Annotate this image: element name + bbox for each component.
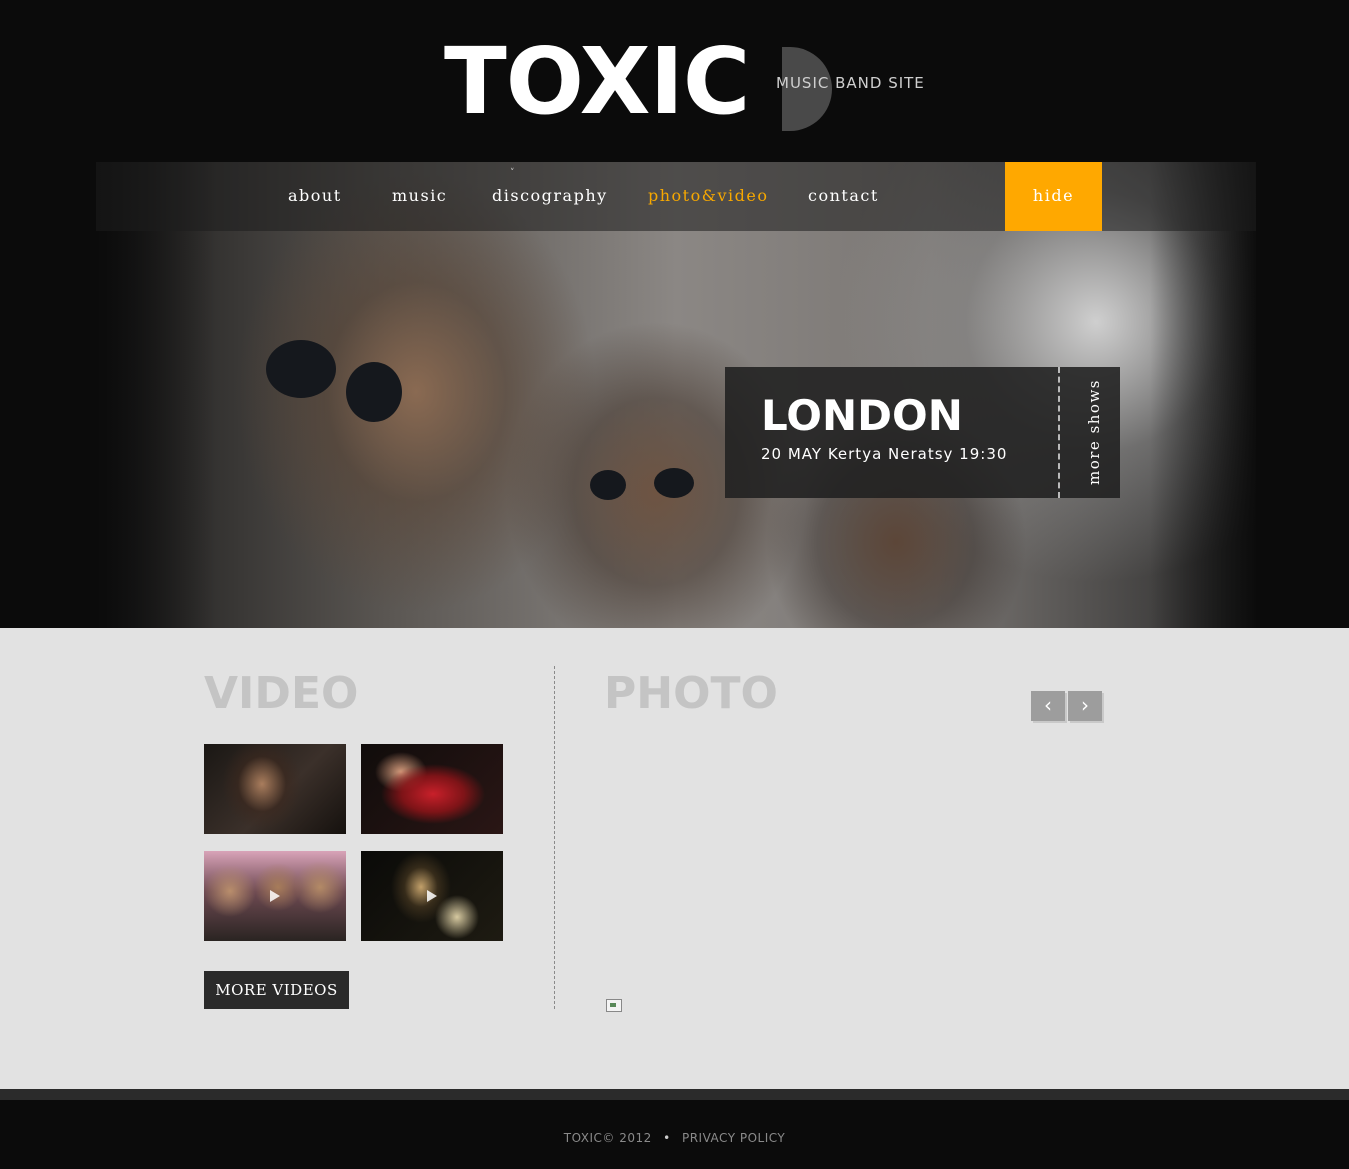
header: TOXIC MUSIC BAND SITE xyxy=(0,0,1349,162)
footer-strip xyxy=(0,1089,1349,1100)
chevron-down-icon: ˅ xyxy=(510,168,515,178)
column-divider xyxy=(554,666,555,1009)
nav-item-discography[interactable]: discography xyxy=(492,186,608,205)
hide-button-label: hide xyxy=(1032,186,1075,205)
privacy-policy-link[interactable]: PRIVACY POLICY xyxy=(682,1131,785,1145)
logo-tagline: MUSIC BAND SITE xyxy=(776,74,925,92)
video-thumbnail[interactable] xyxy=(361,744,503,834)
hide-button[interactable]: hide xyxy=(1005,162,1102,231)
copyright-text: TOXIC© 2012 xyxy=(563,1131,652,1145)
footer: TOXIC© 2012 • PRIVACY POLICY xyxy=(0,1100,1349,1169)
more-videos-button[interactable]: MORE VIDEOS xyxy=(204,971,349,1009)
footer-line: TOXIC© 2012 • PRIVACY POLICY xyxy=(0,1131,1349,1145)
nav-item-about[interactable]: about xyxy=(288,186,342,205)
hero-banner: about ˅ music discography photo&video co… xyxy=(0,162,1349,628)
sunglasses-lens xyxy=(654,468,694,498)
nav-item-music[interactable]: music xyxy=(392,186,447,205)
nav-item-contact[interactable]: contact xyxy=(808,186,879,205)
prev-arrow-button[interactable]: ‹ xyxy=(1031,691,1065,721)
nav-item-photo-video[interactable]: photo&video xyxy=(648,186,768,205)
video-thumbnail[interactable] xyxy=(361,851,503,941)
next-show-panel: LONDON 20 MAY Kertya Neratsy 19:30 more … xyxy=(725,367,1120,498)
main-nav: about ˅ music discography photo&video co… xyxy=(96,162,1256,231)
show-city: LONDON xyxy=(761,391,963,440)
sunglasses-lens xyxy=(590,470,626,500)
more-shows-label: more shows xyxy=(1085,379,1103,485)
photo-title: PHOTO xyxy=(604,668,778,719)
separator-dot: • xyxy=(663,1131,671,1145)
video-thumbnail[interactable] xyxy=(204,851,346,941)
video-thumbnail[interactable] xyxy=(204,744,346,834)
sunglasses-lens xyxy=(266,340,336,398)
hero-fade-left xyxy=(96,162,216,628)
play-icon xyxy=(270,890,280,902)
show-details: 20 MAY Kertya Neratsy 19:30 xyxy=(761,445,1008,463)
broken-image-icon xyxy=(606,999,622,1012)
logo[interactable]: TOXIC xyxy=(444,30,750,134)
media-section: VIDEO MORE VIDEOS PHOTO ‹ › xyxy=(0,628,1349,1089)
next-arrow-button[interactable]: › xyxy=(1068,691,1102,721)
sunglasses-lens xyxy=(346,362,402,422)
hero-fade-right xyxy=(1150,162,1260,628)
divider xyxy=(1058,367,1060,498)
play-icon xyxy=(427,890,437,902)
more-shows-link[interactable]: more shows xyxy=(1068,367,1120,498)
page: TOXIC MUSIC BAND SITE about ˅ music disc… xyxy=(0,0,1349,1169)
video-title: VIDEO xyxy=(204,668,359,719)
